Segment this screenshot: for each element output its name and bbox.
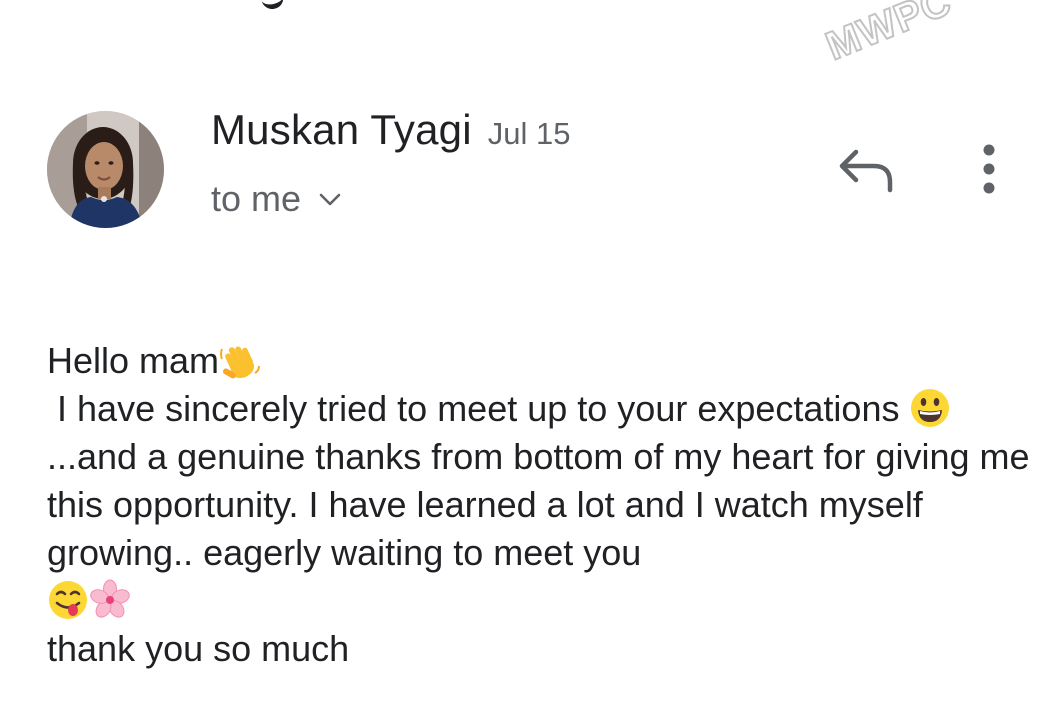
profile-photo	[47, 111, 164, 228]
greeting-text: Hello mam	[47, 340, 220, 381]
body-line-greeting: Hello mam	[47, 337, 1037, 385]
sender-avatar[interactable]	[47, 111, 164, 228]
reply-icon	[839, 149, 893, 193]
sender-name[interactable]: Muskan Tyagi	[211, 106, 472, 154]
body-closing-line: thank you so much	[47, 625, 1037, 673]
waving-hand-emoji	[219, 339, 261, 381]
chevron-down-icon	[319, 193, 341, 212]
message-date: Jul 15	[487, 116, 571, 151]
body-text-part-2: ...and a genuine thanks from bottom of m…	[47, 436, 1040, 573]
more-vertical-icon	[983, 144, 995, 194]
watermark: MWPC	[819, 0, 959, 70]
cherry-blossom-emoji	[89, 579, 131, 621]
sender-header: Muskan Tyagi Jul 15	[211, 106, 571, 154]
message-body: Hello mam I have sincerely tried to meet…	[47, 337, 1037, 673]
body-emoji-line	[47, 577, 1037, 625]
email-message-view: MWPC Muskan Tyagi Jul 15 to me Hello mam…	[0, 0, 1054, 701]
closing-text: thank you so much	[47, 628, 350, 669]
face-savoring-food-emoji	[47, 579, 89, 621]
grinning-face-emoji	[909, 387, 951, 429]
more-options-button[interactable]	[974, 140, 1004, 200]
body-text-part-1: I have sincerely tried to meet up to you…	[47, 388, 910, 429]
recipient-label: to me	[211, 178, 302, 219]
cut-off-text-fragment	[260, 0, 286, 12]
body-paragraph: I have sincerely tried to meet up to you…	[47, 385, 1037, 577]
reply-button[interactable]	[836, 144, 898, 196]
recipient-details-toggle[interactable]: to me	[211, 178, 341, 220]
